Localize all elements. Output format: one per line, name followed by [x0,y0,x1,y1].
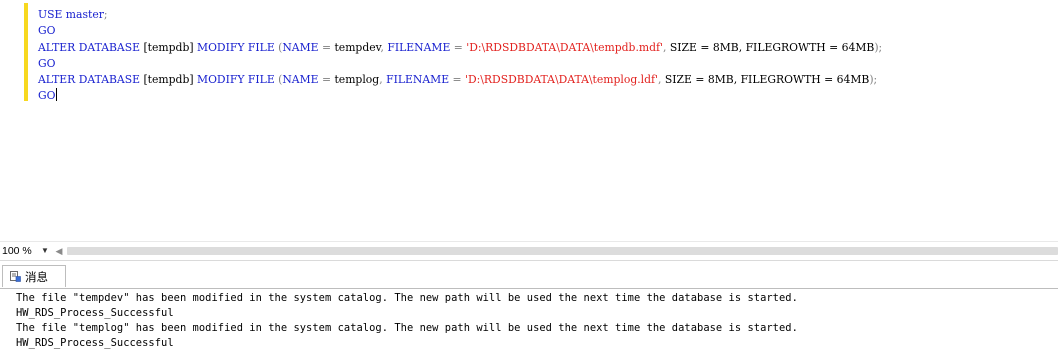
message-line: HW_RDS_Process_Successful [16,337,174,349]
sql-operator: , [658,73,665,87]
sql-operator: ; [103,8,108,21]
sql-keyword: MODIFY FILE [197,73,279,87]
code-line[interactable]: ALTER DATABASE [tempdb] MODIFY FILE (NAM… [38,40,882,56]
sql-keyword: NAME [282,40,319,54]
code-line[interactable]: GO [38,56,882,72]
text-caret [56,88,58,102]
sql-operator: = [449,73,466,87]
sql-string: 'D:\RDSDBDATA\DATA\tempdb.mdf' [466,40,664,54]
sql-keyword: GO [38,24,56,38]
message-line: The file "templog" has been modified in … [16,322,798,334]
code-line[interactable]: USE master; [38,7,882,23]
horizontal-scrollbar[interactable] [67,247,1058,255]
messages-icon [10,271,21,282]
sql-operator: ); [874,40,883,54]
sql-keyword: FILENAME [386,73,450,87]
sql-keyword: GO [38,89,56,103]
sql-keyword: ALTER DATABASE [38,73,144,87]
sql-code[interactable]: USE master; GO ALTER DATABASE [tempdb] MOD… [38,7,882,105]
tab-messages-label: 消息 [25,270,48,284]
editor-status-bar: 100 % ▼ ◀ [0,241,1058,260]
code-line[interactable]: GO [38,88,882,104]
chevron-left-icon[interactable]: ◀ [54,245,64,257]
message-line: The file "tempdev" has been modified in … [16,292,798,304]
sql-keyword: GO [38,56,56,70]
code-line[interactable]: GO [38,23,882,39]
sql-text: tempdev [334,40,381,54]
sql-operator: ); [869,73,878,87]
zoom-level[interactable]: 100 % [2,245,32,257]
results-tabstrip: 消息 [0,260,1058,289]
message-line: HW_RDS_Process_Successful [16,307,174,319]
sql-text: [tempdb] [143,73,198,87]
sql-operator: = [318,40,335,54]
sql-text: templog [334,73,380,87]
sql-keyword: FILENAME [387,40,451,54]
change-tracking-bar [24,3,28,101]
sql-text: SIZE = 8MB, FILEGROWTH = 64MB [669,40,875,54]
sql-operator: = [318,73,335,87]
sql-keyword: ALTER DATABASE [38,40,144,54]
sql-keyword: NAME [282,73,319,87]
sql-keyword: USE master [38,8,104,21]
messages-pane[interactable]: The file "tempdev" has been modified in … [0,288,1058,364]
code-line[interactable]: ALTER DATABASE [tempdb] MODIFY FILE (NAM… [38,72,882,88]
sql-keyword: MODIFY FILE [197,40,279,54]
tab-messages[interactable]: 消息 [2,265,66,287]
sql-operator: , [663,40,670,54]
sql-operator: = [450,40,467,54]
sql-text: [tempdb] [143,40,198,54]
chevron-down-icon[interactable]: ▼ [40,246,50,256]
sql-string: 'D:\RDSDBDATA\DATA\templog.ldf' [465,73,659,87]
query-editor[interactable]: USE master; GO ALTER DATABASE [tempdb] MOD… [0,0,1058,241]
sql-text: SIZE = 8MB, FILEGROWTH = 64MB [664,73,870,87]
